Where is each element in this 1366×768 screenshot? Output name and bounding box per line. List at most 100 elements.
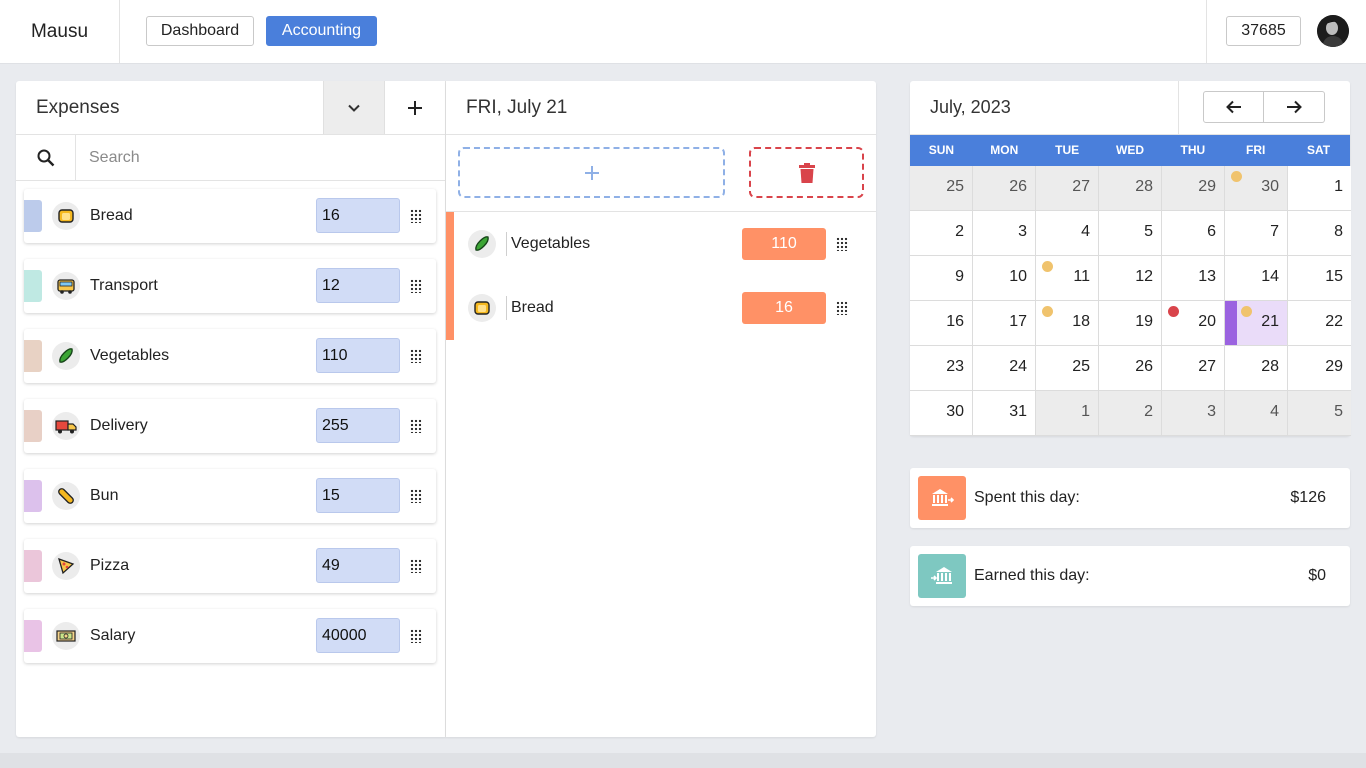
transaction-item[interactable]: Vegetables 110 bbox=[454, 212, 876, 276]
calendar-day[interactable]: 19 bbox=[1099, 301, 1162, 346]
bun-icon bbox=[52, 482, 80, 510]
category-color-swatch bbox=[24, 550, 42, 582]
transaction-amount[interactable]: 16 bbox=[742, 292, 826, 324]
category-amount-input[interactable] bbox=[316, 408, 400, 443]
drag-handle-icon[interactable] bbox=[410, 209, 422, 223]
category-item[interactable]: Bread bbox=[24, 189, 436, 243]
calendar-day[interactable]: 2 bbox=[1099, 391, 1162, 436]
category-label: Vegetables bbox=[90, 347, 170, 364]
nav-dashboard-button[interactable]: Dashboard bbox=[146, 16, 254, 46]
category-item[interactable]: Salary bbox=[24, 609, 436, 663]
calendar-day[interactable]: 16 bbox=[910, 301, 973, 346]
calendar-day[interactable]: 9 bbox=[910, 256, 973, 301]
calendar-day[interactable]: 15 bbox=[1288, 256, 1351, 301]
calendar-day[interactable]: 30 bbox=[910, 391, 973, 436]
category-amount-input[interactable] bbox=[316, 268, 400, 303]
category-amount-input[interactable] bbox=[316, 338, 400, 373]
calendar-day[interactable]: 22 bbox=[1288, 301, 1351, 346]
calendar-day[interactable]: 1 bbox=[1288, 166, 1351, 211]
calendar-day[interactable]: 29 bbox=[1162, 166, 1225, 211]
calendar-day[interactable]: 28 bbox=[1099, 166, 1162, 211]
calendar-day[interactable]: 14 bbox=[1225, 256, 1288, 301]
calendar-day[interactable]: 26 bbox=[973, 166, 1036, 211]
category-label: Bun bbox=[90, 487, 119, 504]
calendar-day[interactable]: 29 bbox=[1288, 346, 1351, 391]
user-avatar[interactable] bbox=[1317, 15, 1349, 47]
bread-icon bbox=[468, 294, 496, 322]
transaction-label: Vegetables bbox=[511, 235, 591, 252]
calendar-day[interactable]: 27 bbox=[1162, 346, 1225, 391]
categories-type-title: Expenses bbox=[36, 97, 120, 118]
calendar-day[interactable]: 6 bbox=[1162, 211, 1225, 256]
calendar-day[interactable]: 17 bbox=[973, 301, 1036, 346]
drag-handle-icon[interactable] bbox=[410, 419, 422, 433]
next-month-button[interactable] bbox=[1264, 91, 1325, 123]
calendar-day[interactable]: 24 bbox=[973, 346, 1036, 391]
calendar-day[interactable]: 28 bbox=[1225, 346, 1288, 391]
add-category-button[interactable] bbox=[384, 81, 445, 134]
bottom-bar bbox=[0, 753, 1366, 768]
calendar-day[interactable]: 27 bbox=[1036, 166, 1099, 211]
calendar-day[interactable]: 18 bbox=[1036, 301, 1099, 346]
calendar-day[interactable]: 31 bbox=[973, 391, 1036, 436]
drag-handle-icon[interactable] bbox=[836, 301, 848, 315]
calendar-day[interactable]: 3 bbox=[1162, 391, 1225, 436]
category-item[interactable]: Pizza bbox=[24, 539, 436, 593]
category-search-bar bbox=[16, 135, 446, 181]
calendar-day[interactable]: 2 bbox=[910, 211, 973, 256]
calendar-day-number: 6 bbox=[1207, 223, 1216, 240]
calendar-day[interactable]: 1 bbox=[1036, 391, 1099, 436]
calendar-day[interactable]: 26 bbox=[1099, 346, 1162, 391]
calendar-day[interactable]: 5 bbox=[1288, 391, 1351, 436]
calendar-day-selected[interactable]: 21 bbox=[1225, 301, 1288, 346]
calendar-day[interactable]: 8 bbox=[1288, 211, 1351, 256]
category-item[interactable]: Delivery bbox=[24, 399, 436, 453]
category-search-input[interactable] bbox=[77, 135, 446, 180]
calendar-day[interactable]: 12 bbox=[1099, 256, 1162, 301]
category-amount-input[interactable] bbox=[316, 548, 400, 583]
category-color-swatch bbox=[24, 270, 42, 302]
category-type-dropdown-button[interactable] bbox=[323, 81, 384, 134]
calendar-day-number: 8 bbox=[1334, 223, 1343, 240]
add-transaction-dropzone[interactable] bbox=[458, 147, 725, 198]
calendar-day[interactable]: 13 bbox=[1162, 256, 1225, 301]
previous-month-button[interactable] bbox=[1203, 91, 1264, 123]
calendar-day[interactable]: 3 bbox=[973, 211, 1036, 256]
delete-transaction-dropzone[interactable] bbox=[749, 147, 864, 198]
transaction-item[interactable]: Bread 16 bbox=[454, 276, 876, 340]
drag-handle-icon[interactable] bbox=[410, 349, 422, 363]
calendar-day[interactable]: 25 bbox=[910, 166, 973, 211]
calendar-day[interactable]: 30 bbox=[1225, 166, 1288, 211]
calendar-day[interactable]: 25 bbox=[1036, 346, 1099, 391]
category-amount-input[interactable] bbox=[316, 198, 400, 233]
category-label: Pizza bbox=[90, 557, 130, 574]
truck-icon bbox=[52, 412, 80, 440]
category-item[interactable]: Vegetables bbox=[24, 329, 436, 383]
calendar-day-number: 27 bbox=[1198, 358, 1216, 375]
calendar-day[interactable]: 4 bbox=[1036, 211, 1099, 256]
drag-handle-icon[interactable] bbox=[410, 559, 422, 573]
cucumber-icon bbox=[52, 342, 80, 370]
transaction-amount[interactable]: 110 bbox=[742, 228, 826, 260]
calendar-day[interactable]: 7 bbox=[1225, 211, 1288, 256]
nav-accounting-button[interactable]: Accounting bbox=[266, 16, 377, 46]
search-button[interactable] bbox=[16, 135, 76, 180]
drag-handle-icon[interactable] bbox=[410, 279, 422, 293]
calendar-day[interactable]: 20 bbox=[1162, 301, 1225, 346]
category-item[interactable]: Transport bbox=[24, 259, 436, 313]
calendar-day[interactable]: 11 bbox=[1036, 256, 1099, 301]
calendar-day-number: 21 bbox=[1261, 313, 1279, 330]
drag-handle-icon[interactable] bbox=[836, 237, 848, 251]
category-amount-input[interactable] bbox=[316, 478, 400, 513]
calendar-day[interactable]: 5 bbox=[1099, 211, 1162, 256]
drag-handle-icon[interactable] bbox=[410, 489, 422, 503]
drag-handle-icon[interactable] bbox=[410, 629, 422, 643]
calendar-day-number: 5 bbox=[1334, 403, 1343, 420]
category-item[interactable]: Bun bbox=[24, 469, 436, 523]
brand-logo[interactable]: Mausu bbox=[0, 0, 120, 63]
calendar-day[interactable]: 23 bbox=[910, 346, 973, 391]
calendar-day[interactable]: 10 bbox=[973, 256, 1036, 301]
calendar-day[interactable]: 4 bbox=[1225, 391, 1288, 436]
calendar-day-number: 29 bbox=[1198, 178, 1216, 195]
category-amount-input[interactable] bbox=[316, 618, 400, 653]
